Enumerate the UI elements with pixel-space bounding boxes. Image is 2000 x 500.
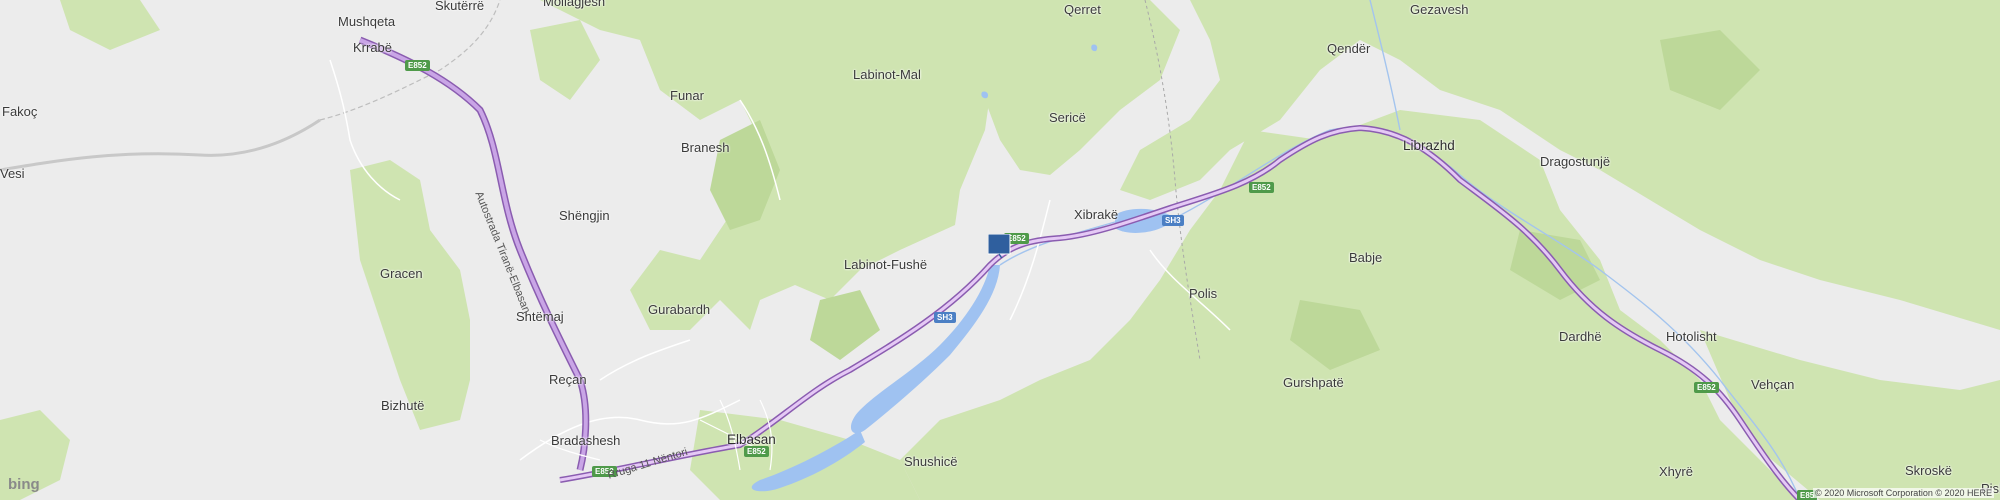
place-label: Xibrakë xyxy=(1074,207,1119,222)
place-label: Dardhë xyxy=(1559,329,1602,344)
place-label: Reçan xyxy=(549,372,587,387)
place-label: Labinot-Mal xyxy=(853,67,921,82)
place-label: Vesi xyxy=(0,166,25,181)
place-label: Branesh xyxy=(681,140,730,155)
place-label: Skroskë xyxy=(1905,463,1952,478)
place-label: Elbasan xyxy=(727,432,776,447)
road-shield: E852 xyxy=(744,446,769,457)
place-label: Mushqeta xyxy=(338,14,396,29)
place-label: Sericë xyxy=(1049,110,1086,125)
road-shield: SH3 xyxy=(1162,215,1184,226)
place-label: Qerret xyxy=(1064,2,1101,17)
road-shield: E852 xyxy=(405,60,430,71)
place-label: Shëngjin xyxy=(559,208,610,223)
copyright-notice: © 2020 Microsoft Corporation © 2020 HERE xyxy=(1813,488,1994,498)
place-label: Hotolisht xyxy=(1666,329,1717,344)
place-label: Krrabë xyxy=(353,40,393,55)
road-shield: SH3 xyxy=(934,312,956,323)
place-label: Librazhd xyxy=(1403,138,1455,153)
road-shield: E852 xyxy=(1694,382,1719,393)
place-label: Polis xyxy=(1189,286,1218,301)
place-label: Shushicë xyxy=(904,454,958,469)
place-label: Xhyrë xyxy=(1659,464,1693,479)
bing-logo: bing xyxy=(8,476,40,493)
location-pin-icon[interactable] xyxy=(987,233,1012,261)
place-label: Qendër xyxy=(1327,41,1371,56)
place-label: Gurshpatë xyxy=(1283,375,1344,390)
place-label: Mollagjesh xyxy=(543,0,606,9)
place-label: Vehçan xyxy=(1751,377,1795,392)
place-label: Gezavesh xyxy=(1410,2,1469,17)
country-border-band xyxy=(0,118,321,172)
road-shield: E852 xyxy=(1249,182,1274,193)
place-label: Gurabardh xyxy=(648,302,711,317)
map-view[interactable]: Mushqeta Skutërrë Mollagjesh Krrabë Qerr… xyxy=(0,0,2000,500)
place-label: Dragostunjë xyxy=(1540,154,1611,169)
place-label: Bizhutë xyxy=(381,398,425,413)
place-label: Bradashesh xyxy=(551,433,621,448)
place-label: Labinot-Fushë xyxy=(844,257,928,272)
place-label: Fakoç xyxy=(2,104,38,119)
place-label: Babje xyxy=(1349,250,1383,265)
place-label: Skutërrë xyxy=(435,0,485,13)
place-label: Funar xyxy=(670,88,704,103)
place-label: Gracen xyxy=(380,266,423,281)
